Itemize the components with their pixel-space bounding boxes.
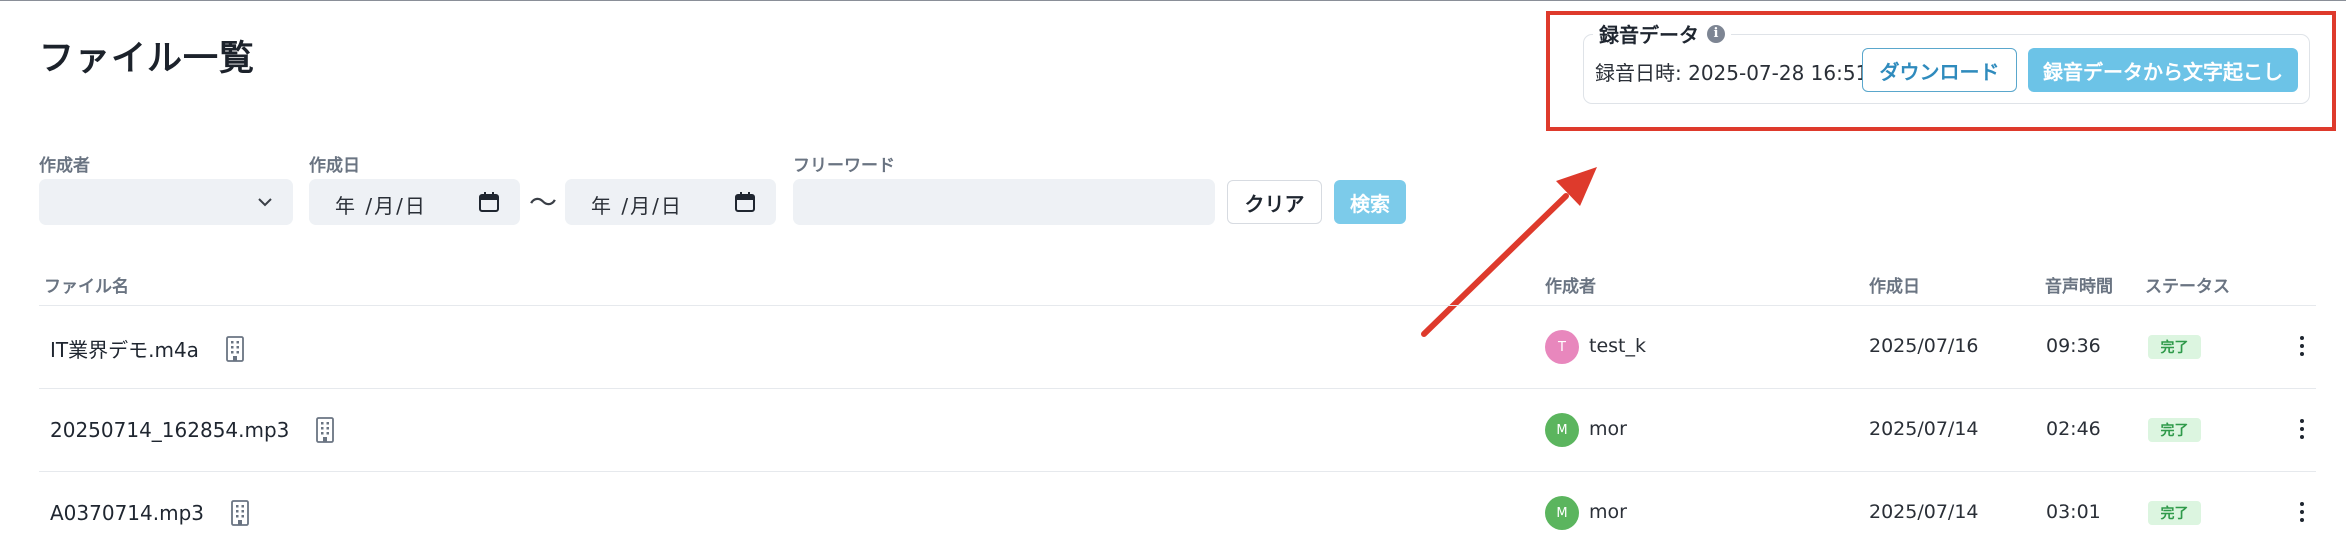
file-name-cell: 20250714_162854.mp3 xyxy=(50,417,335,443)
creator-name: mor xyxy=(1589,501,1627,523)
column-header-status[interactable]: ステータス xyxy=(2145,272,2230,297)
clear-button[interactable]: クリア xyxy=(1227,180,1322,224)
creator-select[interactable] xyxy=(39,179,293,225)
column-header-duration[interactable]: 音声時間 xyxy=(2045,272,2113,297)
avatar: M xyxy=(1545,413,1579,447)
page-title: ファイル一覧 xyxy=(39,39,256,79)
column-header-created[interactable]: 作成日 xyxy=(1869,272,1920,297)
status-badge: 完了 xyxy=(2148,335,2201,359)
building-icon xyxy=(226,335,244,362)
top-border xyxy=(0,0,2346,1)
calendar-icon[interactable] xyxy=(478,191,500,213)
created-date: 2025/07/14 xyxy=(1869,418,1979,440)
table-row[interactable]: 20250714_162854.mp3 M mor 2025/07/14 02:… xyxy=(0,389,2346,471)
avatar: T xyxy=(1545,330,1579,364)
duration: 03:01 xyxy=(2046,501,2101,523)
table-row[interactable]: IT業界デモ.m4a T test_k 2025/07/16 09:36 完了 xyxy=(0,306,2346,388)
creator-filter-label: 作成者 xyxy=(39,156,90,176)
date-from-input[interactable]: 年 /月/日 xyxy=(309,179,520,225)
more-options-icon[interactable] xyxy=(2296,498,2308,526)
recorded-at-text: 録音日時: 2025-07-28 16:51 xyxy=(1595,61,1869,85)
recording-panel-title-text: 録音データ xyxy=(1599,23,1699,47)
created-date: 2025/07/14 xyxy=(1869,501,1979,523)
building-icon xyxy=(231,500,249,526)
file-list-page: ファイル一覧 作成者 作成日 年 /月/日 〜 年 /月/日 フリーワード クリ… xyxy=(0,0,2346,554)
file-name[interactable]: IT業界デモ.m4a xyxy=(50,334,199,363)
file-name-cell: A0370714.mp3 xyxy=(50,500,250,526)
info-icon[interactable]: i xyxy=(1707,24,1725,43)
date-to-input[interactable]: 年 /月/日 xyxy=(565,179,776,225)
status-badge: 完了 xyxy=(2148,501,2201,525)
table-row[interactable]: A0370714.mp3 M mor 2025/07/14 03:01 完了 xyxy=(0,472,2346,554)
date-range-separator: 〜 xyxy=(529,186,558,219)
duration: 02:46 xyxy=(2046,418,2101,440)
more-options-icon[interactable] xyxy=(2296,332,2308,360)
creator-name: test_k xyxy=(1589,335,1646,357)
recording-panel-title: 録音データ i xyxy=(1593,19,1731,48)
freeword-filter-label: フリーワード xyxy=(793,156,895,176)
download-button[interactable]: ダウンロード xyxy=(1862,48,2017,92)
file-name[interactable]: A0370714.mp3 xyxy=(50,501,204,525)
creator-name: mor xyxy=(1589,418,1627,440)
status-badge: 完了 xyxy=(2148,418,2201,442)
avatar: M xyxy=(1545,496,1579,530)
building-icon xyxy=(316,417,335,443)
date-to-text: 年 /月/日 xyxy=(591,194,683,218)
more-options-icon[interactable] xyxy=(2296,415,2308,443)
calendar-icon[interactable] xyxy=(734,191,756,213)
file-name[interactable]: 20250714_162854.mp3 xyxy=(50,418,289,442)
created-filter-label: 作成日 xyxy=(309,156,360,176)
column-header-creator[interactable]: 作成者 xyxy=(1545,272,1596,297)
file-name-cell: IT業界デモ.m4a xyxy=(50,334,245,363)
created-date: 2025/07/16 xyxy=(1869,335,1979,357)
freeword-input[interactable] xyxy=(793,179,1215,225)
date-from-text: 年 /月/日 xyxy=(335,194,427,218)
search-button[interactable]: 検索 xyxy=(1334,180,1406,224)
chevron-down-icon xyxy=(258,198,272,207)
column-header-file-name[interactable]: ファイル名 xyxy=(44,272,129,297)
duration: 09:36 xyxy=(2046,335,2101,357)
transcribe-button[interactable]: 録音データから文字起こし xyxy=(2028,48,2298,92)
